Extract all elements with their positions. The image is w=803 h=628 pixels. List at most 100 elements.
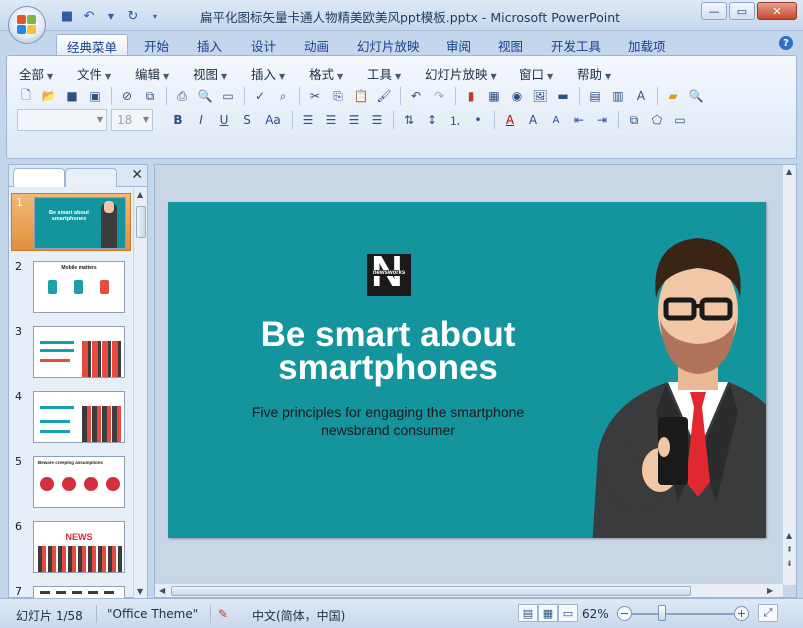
tab-outline[interactable] (65, 168, 117, 187)
arrange-icon[interactable]: ⧉ (623, 110, 645, 130)
save-as-icon[interactable]: ▣ (84, 86, 106, 106)
quick-styles-icon[interactable]: ▭ (669, 110, 691, 130)
format-painter-icon[interactable]: 🖌 (373, 86, 395, 106)
office-button[interactable] (8, 6, 46, 44)
slide-thumbnail-7[interactable]: 7 (11, 583, 131, 598)
slide-subtitle[interactable]: Five principles for engaging the smartph… (228, 403, 548, 439)
tab-slides[interactable] (13, 168, 65, 187)
slideshow-view-button[interactable]: ▭ (558, 604, 578, 622)
undo-icon[interactable]: ↶ (80, 7, 98, 25)
print-preview-icon[interactable]: 🔍 (194, 86, 216, 106)
maximize-button[interactable]: ▭ (729, 2, 755, 20)
underline-button[interactable]: U (213, 110, 235, 130)
editor-horizontal-scrollbar[interactable]: ◀ ▶ (155, 583, 783, 597)
picture-icon[interactable]: 🖼 (529, 86, 551, 106)
menu-slideshow[interactable]: 幻灯片放映 ▼ (425, 64, 497, 83)
tab-design[interactable]: 设计 (241, 34, 286, 55)
spelling-icon[interactable]: ✓ (249, 86, 271, 106)
textbox-icon[interactable]: A (630, 86, 652, 106)
slide-thumbnail-1[interactable]: 1 Be smart about smartphones (11, 193, 131, 251)
tab-classic-menu[interactable]: 经典菜单 (56, 34, 129, 55)
tab-animations[interactable]: 动画 (294, 34, 339, 55)
menu-view[interactable]: 视图 ▼ (193, 64, 227, 83)
permission-icon[interactable]: ⊘ (116, 86, 138, 106)
undo-icon[interactable]: ↶ (405, 86, 427, 106)
next-slide-icon[interactable]: ⇟ (786, 559, 793, 568)
new-slide-icon[interactable]: ▤ (584, 86, 606, 106)
chart-icon[interactable]: ▮ (460, 86, 482, 106)
pane-scrollbar[interactable]: ▲ ▼ (133, 188, 147, 598)
menu-all[interactable]: 全部 ▼ (19, 64, 53, 83)
decrease-indent-icon[interactable]: ⇤ (568, 110, 590, 130)
chevron-down-icon[interactable]: ▼ (102, 7, 120, 25)
zoom-slider-thumb[interactable] (658, 605, 666, 621)
slide-canvas[interactable]: N newsworks Be smart about smartphones F… (168, 202, 766, 538)
color-grayscale-icon[interactable]: ▬ (552, 86, 574, 106)
new-icon[interactable]: 🗋 (15, 86, 37, 106)
line-spacing-icon[interactable]: ↕ (421, 110, 443, 130)
slide-thumbnail-3[interactable]: 3 (11, 323, 131, 381)
italic-button[interactable]: I (190, 110, 212, 130)
shadow-button[interactable]: S (236, 110, 258, 130)
spelling-status-icon[interactable]: ✎ (218, 607, 228, 621)
editor-vertical-scrollbar[interactable]: ▲ ▲ ⇞ ⇟ (782, 165, 796, 585)
attach-icon[interactable]: ⧉ (139, 86, 161, 106)
menu-window[interactable]: 窗口 ▼ (519, 64, 553, 83)
slide-sorter-button[interactable]: ▦ (538, 604, 558, 622)
clipart-icon[interactable]: ◉ (506, 86, 528, 106)
normal-view-button[interactable]: ▤ (518, 604, 538, 622)
menu-file[interactable]: 文件 ▼ (77, 64, 111, 83)
cut-icon[interactable]: ✂ (304, 86, 326, 106)
zoom-icon[interactable]: 🔍 (685, 86, 707, 106)
scroll-right-icon[interactable]: ▶ (767, 586, 773, 595)
research-icon[interactable]: ⌕ (272, 86, 294, 106)
font-name-select[interactable]: ▼ (17, 109, 107, 131)
layout-icon[interactable]: ▥ (607, 86, 629, 106)
fit-to-window-button[interactable]: ⤢ (758, 604, 778, 622)
table-icon[interactable]: ▦ (483, 86, 505, 106)
tab-view[interactable]: 视图 (488, 34, 533, 55)
font-color-icon[interactable]: A (499, 110, 521, 130)
tab-insert[interactable]: 插入 (187, 34, 232, 55)
numbering-icon[interactable]: ⒈ (444, 110, 466, 130)
grow-font-icon[interactable]: A (522, 110, 544, 130)
align-center-icon[interactable]: ☰ (320, 110, 342, 130)
menu-edit[interactable]: 编辑 ▼ (135, 64, 169, 83)
help-icon[interactable]: ? (779, 36, 793, 50)
shrink-font-icon[interactable]: A (545, 110, 567, 130)
scroll-up-icon[interactable]: ▲ (137, 190, 143, 199)
paste-icon[interactable]: 📋 (350, 86, 372, 106)
font-size-select[interactable]: 18 ▼ (111, 109, 153, 131)
slide-thumbnail-5[interactable]: 5 Beware creeping assumptions (11, 453, 131, 511)
zoom-in-button[interactable]: + (734, 606, 749, 621)
tab-slideshow[interactable]: 幻灯片放映 (347, 34, 430, 55)
align-right-icon[interactable]: ☰ (343, 110, 365, 130)
copy-icon[interactable]: ⎘ (327, 86, 349, 106)
tab-developer[interactable]: 开发工具 (541, 34, 611, 55)
slide-title[interactable]: Be smart about smartphones (198, 317, 578, 385)
previous-slide-icon[interactable]: ⇞ (786, 545, 793, 554)
tab-home[interactable]: 开始 (134, 34, 179, 55)
language-indicator[interactable]: 中文(简体，中国) (252, 607, 345, 624)
tab-addins[interactable]: 加载项 (618, 34, 676, 55)
tab-review[interactable]: 审阅 (436, 34, 481, 55)
justify-icon[interactable]: ☰ (366, 110, 388, 130)
zoom-out-button[interactable]: − (617, 606, 632, 621)
minimize-button[interactable]: — (701, 2, 727, 20)
customize-qat-icon[interactable]: ▾ (146, 7, 164, 25)
shapes-icon[interactable]: ⬠ (646, 110, 668, 130)
bold-button[interactable]: B (167, 110, 189, 130)
align-left-icon[interactable]: ☰ (297, 110, 319, 130)
print-icon[interactable]: ⎙ (171, 86, 193, 106)
slide-thumbnail-4[interactable]: 4 (11, 388, 131, 446)
pane-close-icon[interactable]: ✕ (131, 167, 143, 183)
folder-icon[interactable]: ▰ (662, 86, 684, 106)
scroll-up-icon[interactable]: ▲ (786, 531, 792, 540)
scroll-thumb[interactable] (136, 206, 146, 238)
slide-thumbnail-6[interactable]: 6 NEWS (11, 518, 131, 576)
menu-tools[interactable]: 工具 ▼ (367, 64, 401, 83)
window-icon[interactable]: ▭ (217, 86, 239, 106)
open-icon[interactable]: 📂 (38, 86, 60, 106)
redo-icon[interactable]: ↷ (428, 86, 450, 106)
save-icon[interactable]: ■ (58, 7, 76, 25)
